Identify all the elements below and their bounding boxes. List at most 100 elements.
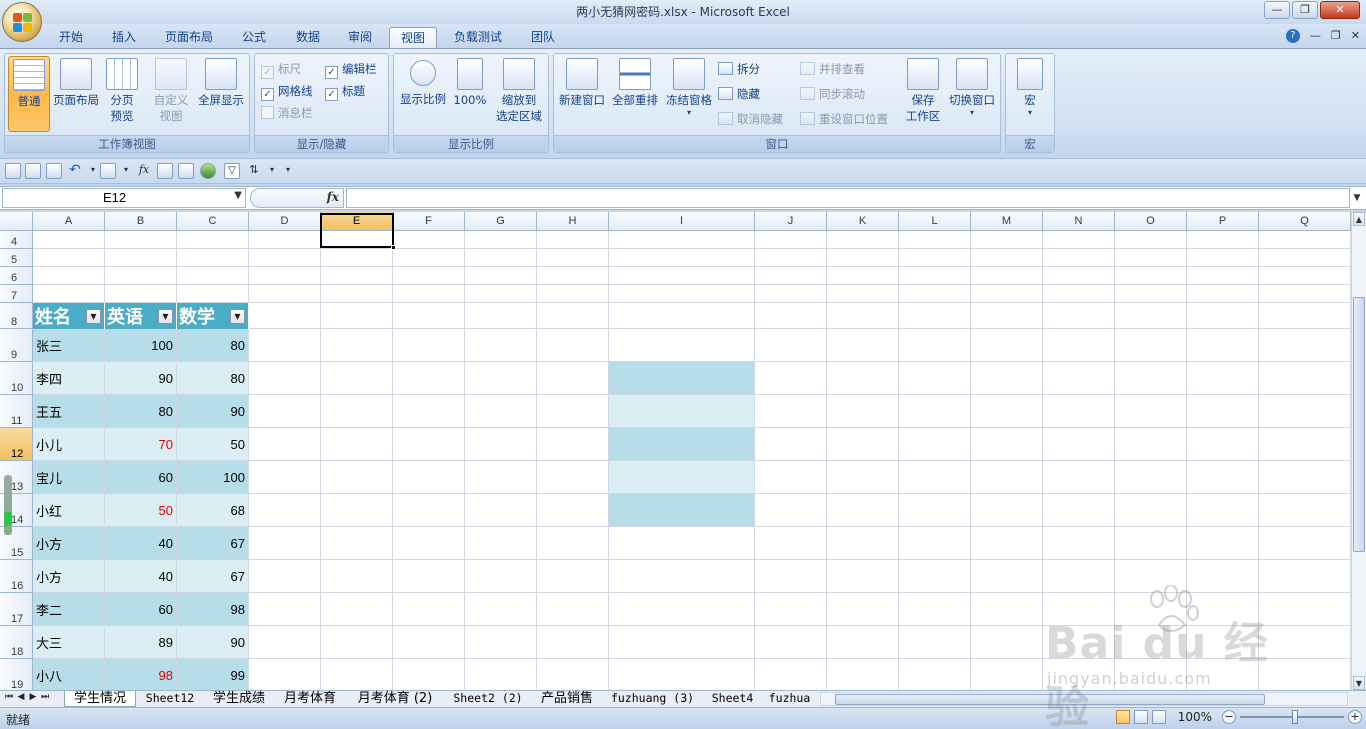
sort-icon[interactable]: ⇅ — [246, 163, 262, 179]
row-header-5[interactable]: 5 — [0, 249, 33, 267]
column-header-k[interactable]: K — [827, 212, 899, 231]
shaded-cell[interactable] — [609, 362, 754, 394]
table-cell-english[interactable]: 60 — [105, 461, 176, 493]
row-header-8[interactable]: 8 — [0, 303, 33, 329]
shaded-cell[interactable] — [609, 494, 754, 526]
column-header-g[interactable]: G — [465, 212, 537, 231]
prev-sheet-icon[interactable]: ◀ — [16, 692, 26, 702]
table-cell-math[interactable]: 100 — [177, 461, 248, 493]
ribbon-minimize-icon[interactable]: — — [1310, 29, 1321, 43]
table-cell-name[interactable]: 大三 — [33, 626, 104, 658]
filter-icon[interactable]: ▽ — [224, 163, 240, 179]
filter-dropdown-icon[interactable]: ▼ — [230, 308, 245, 324]
normal-view-button[interactable]: 普通 — [8, 56, 50, 132]
table-cell-name[interactable]: 宝儿 — [33, 461, 104, 493]
restore-button[interactable]: ❐ — [1292, 1, 1318, 19]
row-header-11[interactable]: 11 — [0, 395, 33, 428]
save-icon[interactable] — [5, 163, 21, 179]
normal-view-status-icon[interactable] — [1115, 710, 1130, 724]
horizontal-scrollbar[interactable] — [820, 692, 1348, 706]
column-header-a[interactable]: A — [33, 212, 105, 231]
expand-formula-bar-icon[interactable]: ▼ — [1350, 188, 1364, 208]
row-header-19[interactable]: 19 — [0, 659, 33, 690]
table-cell-english[interactable]: 90 — [105, 362, 176, 394]
shaded-cell[interactable] — [609, 461, 754, 493]
tab-load-test[interactable]: 负载测试 — [446, 27, 510, 49]
row-header-6[interactable]: 6 — [0, 267, 33, 285]
table-cell-math[interactable]: 90 — [177, 395, 248, 427]
select-all-corner[interactable] — [0, 212, 33, 231]
table-cell-english[interactable]: 50 — [105, 494, 176, 526]
scroll-up-icon[interactable]: ▲ — [1353, 212, 1365, 226]
open-folder-icon[interactable] — [25, 163, 41, 179]
row-header-10[interactable]: 10 — [0, 362, 33, 395]
office-button[interactable] — [2, 2, 42, 42]
format-painter-icon[interactable] — [100, 163, 116, 179]
table-cell-english[interactable]: 60 — [105, 593, 176, 625]
table-cell-english[interactable]: 89 — [105, 626, 176, 658]
table-cell-name[interactable]: 小方 — [33, 527, 104, 559]
new-window-button[interactable]: 新建窗口 — [557, 56, 607, 108]
column-header-o[interactable]: O — [1115, 212, 1187, 231]
column-header-n[interactable]: N — [1043, 212, 1115, 231]
tab-review[interactable]: 审阅 — [340, 27, 380, 49]
close-button[interactable]: ✕ — [1320, 1, 1360, 19]
gridlines-checkbox[interactable]: ✓ 网格线 — [261, 82, 313, 101]
rows-icon[interactable] — [178, 163, 194, 179]
name-box[interactable]: E12 ▼ — [2, 188, 246, 208]
table-icon[interactable] — [157, 163, 173, 179]
table-cell-english[interactable]: 70 — [105, 428, 176, 460]
next-sheet-icon[interactable]: ▶ — [28, 692, 38, 702]
table-cell-name[interactable]: 李二 — [33, 593, 104, 625]
row-header-4[interactable]: 4 — [0, 231, 33, 249]
sheet-tab[interactable]: fuzhua — [762, 691, 817, 707]
table-cell-name[interactable]: 小八 — [33, 659, 104, 690]
table-cell-math[interactable]: 67 — [177, 527, 248, 559]
tab-team[interactable]: 团队 — [523, 27, 563, 49]
formula-input[interactable] — [346, 188, 1350, 208]
zoom-level[interactable]: 100% — [1178, 710, 1212, 724]
table-cell-english[interactable]: 100 — [105, 329, 176, 361]
sheet-tab[interactable]: 月考体育 — [275, 691, 345, 707]
globe-icon[interactable] — [200, 163, 216, 179]
freeze-panes-button[interactable]: 冻结窗格 ▾ — [664, 56, 714, 118]
table-cell-math[interactable]: 90 — [177, 626, 248, 658]
tab-insert[interactable]: 插入 — [104, 27, 144, 49]
tab-page-layout[interactable]: 页面布局 — [158, 27, 220, 49]
column-header-l[interactable]: L — [899, 212, 971, 231]
help-icon[interactable]: ? — [1285, 29, 1300, 43]
table-cell-name[interactable]: 李四 — [33, 362, 104, 394]
ruler-checkbox[interactable]: ✓ 标尺 — [261, 60, 301, 79]
first-sheet-icon[interactable]: ⏮ — [4, 692, 14, 702]
table-cell-name[interactable]: 王五 — [33, 395, 104, 427]
column-header-c[interactable]: C — [177, 212, 249, 231]
format-dropdown-icon[interactable]: ▾ — [118, 163, 134, 179]
switch-windows-button[interactable]: 切换窗口 ▾ — [946, 56, 998, 118]
table-header-cell[interactable]: 姓名 ▼ — [33, 303, 105, 329]
message-bar-checkbox[interactable]: 消息栏 — [261, 104, 313, 122]
row-header-9[interactable]: 9 — [0, 329, 33, 362]
last-sheet-icon[interactable]: ⏭ — [40, 692, 50, 702]
column-header-p[interactable]: P — [1187, 212, 1259, 231]
ribbon-restore-icon[interactable]: ❐ — [1331, 29, 1341, 43]
worksheet-grid[interactable]: ABCDEFGHIJKLMNOPQ 4 5 6 7 8 9 10 11 12 13 14 15 16 17… — [0, 212, 1366, 690]
table-cell-math[interactable]: 67 — [177, 560, 248, 592]
reset-window-position-button[interactable]: 重设窗口位置 — [800, 110, 888, 128]
vertical-scrollbar[interactable]: ▲ ▼ — [1351, 212, 1366, 690]
split-button[interactable]: 拆分 — [718, 60, 760, 78]
table-cell-name[interactable]: 张三 — [33, 329, 104, 361]
customize-toolbar-icon[interactable]: ▾ — [280, 163, 296, 179]
table-cell-english[interactable]: 40 — [105, 560, 176, 592]
table-cell-name[interactable]: 小红 — [33, 494, 104, 526]
scroll-down-icon[interactable]: ▼ — [1353, 676, 1365, 690]
filter-dropdown-icon[interactable]: ▼ — [158, 308, 173, 324]
save-workspace-button[interactable]: 保存 工作区 — [902, 56, 944, 124]
table-cell-english[interactable]: 98 — [105, 659, 176, 690]
tab-formulas[interactable]: 公式 — [234, 27, 274, 49]
sheet-tab[interactable]: 产品销售 — [532, 691, 602, 707]
filter-dropdown-icon[interactable]: ▼ — [86, 308, 101, 324]
table-header-cell[interactable]: 数学 ▼ — [177, 303, 249, 329]
horizontal-scroll-thumb[interactable] — [835, 694, 1265, 705]
insert-function-icon[interactable]: fx — [136, 163, 152, 179]
table-cell-math[interactable]: 99 — [177, 659, 248, 690]
